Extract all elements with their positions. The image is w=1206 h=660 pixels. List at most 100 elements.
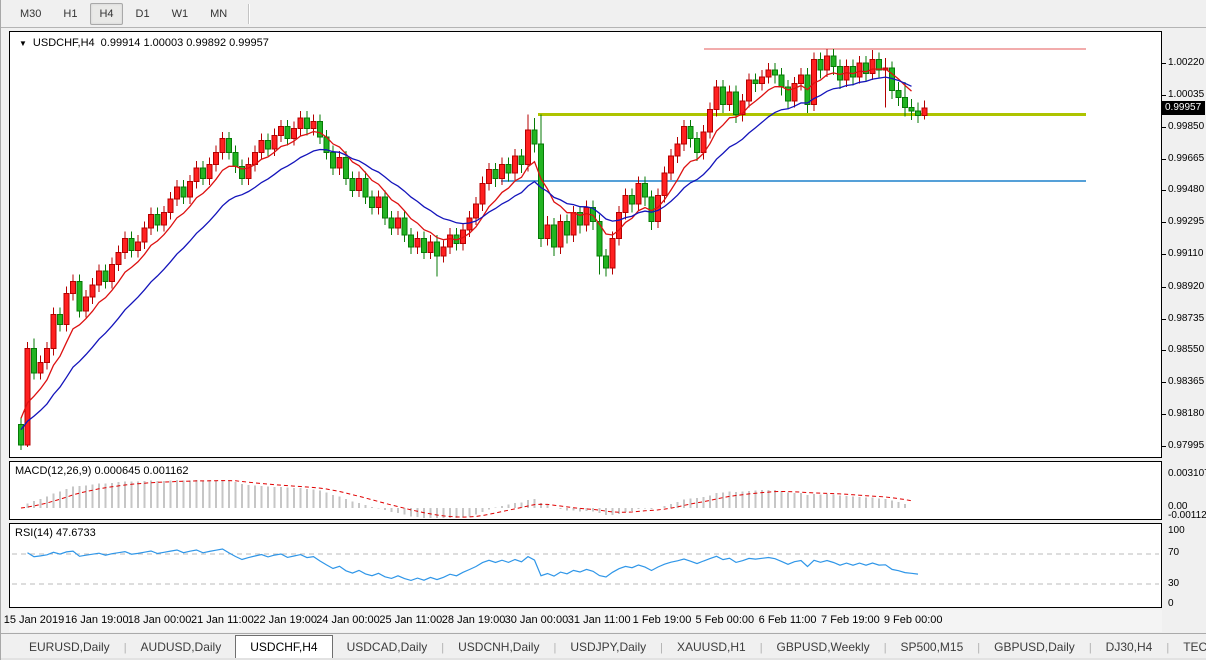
candle [773, 63, 778, 84]
candle [760, 70, 765, 91]
candle [870, 50, 875, 80]
candle [779, 68, 784, 96]
timeframe-w1[interactable]: W1 [163, 3, 198, 25]
candle [877, 53, 882, 79]
tab-gbpusd-weekly[interactable]: GBPUSD,Weekly [763, 637, 884, 658]
ma-fast-line [21, 69, 912, 418]
candle [168, 192, 173, 220]
candle [350, 171, 355, 197]
candle [415, 232, 420, 254]
candle [864, 56, 869, 82]
tab-audusd-daily[interactable]: AUDUSD,Daily [127, 637, 236, 658]
candle [688, 120, 693, 148]
candle [402, 211, 407, 242]
tab-usdcad-daily[interactable]: USDCAD,Daily [333, 637, 442, 658]
candle [370, 190, 375, 214]
tab-tech100-h1[interactable]: TECH100,H1 [1169, 637, 1206, 658]
candle [201, 161, 206, 185]
candle [396, 211, 401, 235]
timeframe-m30[interactable]: M30 [11, 3, 50, 25]
chart-tab-bar: EURUSD,Daily|AUDUSD,DailyUSDCHF,H4USDCAD… [1, 633, 1206, 658]
rsi-indicator-label: RSI(14) 47.6733 [15, 527, 96, 539]
tab-usdchf-h4[interactable]: USDCHF,H4 [235, 635, 332, 658]
price-axis-label: 0.99295 [1168, 216, 1204, 227]
timeframe-d1[interactable]: D1 [127, 3, 159, 25]
candle [331, 146, 336, 175]
chart-symbol-label: USDCHF,H4 [33, 37, 95, 49]
price-axis-label: 0.99110 [1168, 248, 1203, 259]
tab-eurusd-daily[interactable]: EURUSD,Daily [15, 637, 124, 658]
candle [519, 149, 524, 173]
price-tick [1162, 95, 1166, 96]
time-axis-label: 1 Feb 19:00 [633, 614, 692, 626]
candle [181, 180, 186, 204]
candle [441, 240, 446, 262]
candle [194, 161, 199, 189]
candle [383, 190, 388, 224]
time-axis-label: 7 Feb 19:00 [821, 614, 880, 626]
time-axis-label: 9 Feb 00:00 [884, 614, 943, 626]
candle [220, 132, 225, 160]
candle [610, 232, 615, 275]
price-tick [1162, 159, 1166, 160]
chart-ohlc-values: 0.99914 1.00003 0.99892 0.99957 [101, 37, 269, 49]
candle [149, 208, 154, 236]
tab-sp500-m15[interactable]: SP500,M15 [887, 637, 978, 658]
candle [90, 278, 95, 304]
rsi-chart [10, 524, 1161, 607]
timeframe-h4[interactable]: H4 [90, 3, 122, 25]
price-tick [1162, 190, 1166, 191]
candle [747, 73, 752, 107]
candle [123, 232, 128, 260]
price-axis-label: 1.00035 [1168, 89, 1204, 100]
tab-xauusd-h1[interactable]: XAUUSD,H1 [663, 637, 760, 658]
price-tick [1162, 319, 1166, 320]
candle [487, 163, 492, 191]
macd-signal-line [21, 481, 912, 517]
price-tick [1162, 222, 1166, 223]
candle [896, 82, 901, 106]
candle [428, 235, 433, 259]
price-tick [1162, 414, 1166, 415]
candle [357, 171, 362, 197]
price-tick [1162, 350, 1166, 351]
collapse-triangle-icon[interactable]: ▼ [19, 39, 27, 48]
candle [409, 228, 414, 254]
price-tick [1162, 287, 1166, 288]
candle [532, 118, 537, 152]
candle [565, 214, 570, 243]
candle [84, 290, 89, 318]
rsi-panel[interactable] [9, 523, 1162, 608]
tab-gbpusd-daily[interactable]: GBPUSD,Daily [980, 637, 1089, 658]
price-axis-label: 0.98365 [1168, 376, 1204, 387]
price-axis-label: 0.99665 [1168, 153, 1204, 164]
tab-dj30-h4[interactable]: DJ30,H4 [1092, 637, 1167, 658]
time-axis-label: 24 Jan 00:00 [316, 614, 380, 626]
candle [753, 73, 758, 92]
tab-usdcnh-daily[interactable]: USDCNH,Daily [444, 637, 553, 658]
price-tick [1162, 254, 1166, 255]
time-axis-label: 21 Jan 11:00 [191, 614, 254, 626]
timeframe-mn[interactable]: MN [201, 3, 236, 25]
candle [883, 58, 888, 108]
candle [136, 235, 141, 257]
candle [77, 275, 82, 318]
candle [922, 100, 927, 119]
time-axis-label: 5 Feb 00:00 [695, 614, 754, 626]
candle [805, 68, 810, 113]
price-tick [1162, 446, 1166, 447]
time-axis-label: 31 Jan 11:00 [568, 614, 631, 626]
chart-title: ▼ USDCHF,H4 0.99914 1.00003 0.99892 0.99… [19, 37, 269, 49]
candle [324, 130, 329, 159]
candle [259, 134, 264, 160]
tab-usdjpy-daily[interactable]: USDJPY,Daily [556, 637, 660, 658]
candle [103, 264, 108, 288]
candle [25, 342, 30, 447]
price-axis-label: 0.98550 [1168, 344, 1204, 355]
main-chart-panel[interactable] [9, 31, 1162, 458]
candle [376, 190, 381, 214]
macd-indicator-label: MACD(12,26,9) 0.000645 0.001162 [15, 465, 188, 477]
timeframe-h1[interactable]: H1 [54, 3, 86, 25]
time-axis[interactable]: 15 Jan 201916 Jan 19:0018 Jan 00:0021 Ja… [9, 610, 1162, 632]
candle [110, 257, 115, 288]
